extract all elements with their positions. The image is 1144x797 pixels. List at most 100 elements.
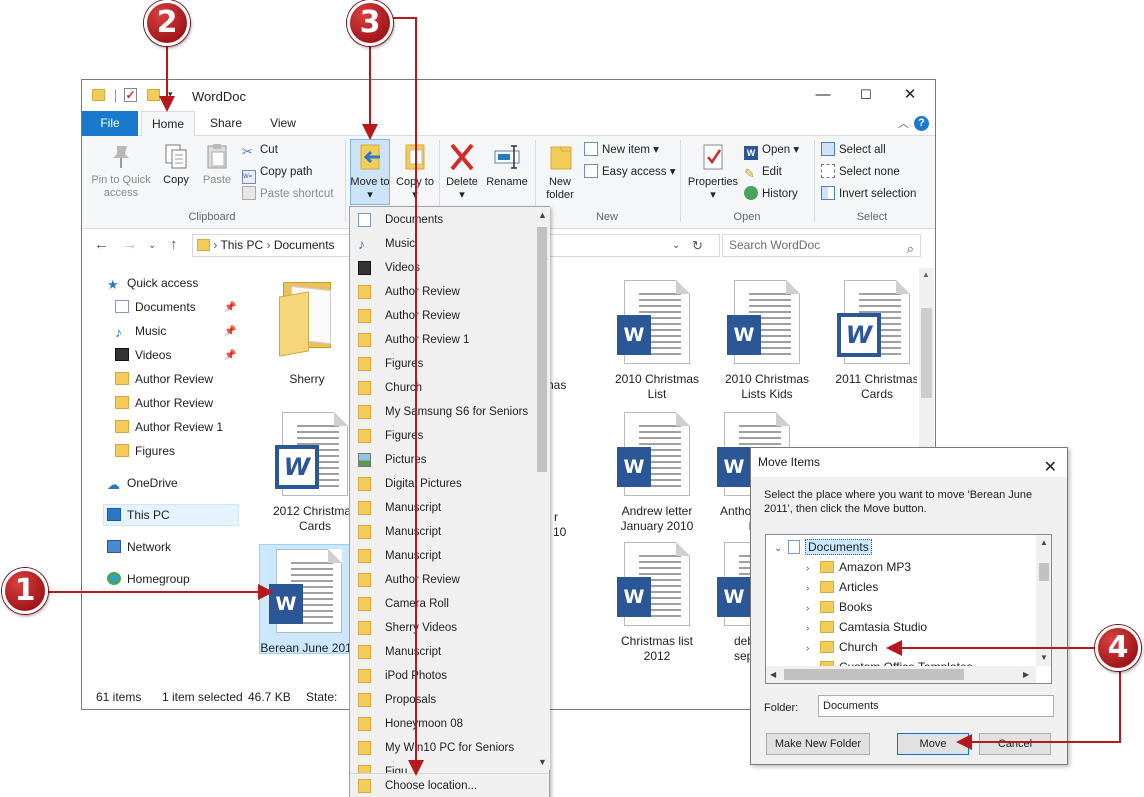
pin-icon[interactable]: 📌 bbox=[224, 350, 236, 361]
tree-item-camtasia-studio[interactable]: › Camtasia Studio bbox=[806, 617, 927, 637]
file-item[interactable]: W Andrew letter January 2010 bbox=[607, 412, 707, 534]
collapsed-chevron-icon[interactable]: › bbox=[806, 599, 820, 619]
scrollbar-thumb[interactable] bbox=[784, 669, 964, 680]
nav-homegroup[interactable]: Homegroup bbox=[107, 568, 190, 590]
move-to-menu-item[interactable]: iPod Photos bbox=[350, 664, 534, 688]
move-to-menu-item[interactable]: Pictures bbox=[350, 448, 534, 472]
tree-horizontal-scrollbar[interactable]: ◀ ▶ bbox=[766, 666, 1036, 683]
refresh-icon[interactable]: ↻ bbox=[692, 238, 703, 254]
move-to-menu-item[interactable]: Proposals bbox=[350, 688, 534, 712]
edit-button[interactable]: ✎ Edit bbox=[744, 163, 782, 181]
file-item[interactable]: Sherry bbox=[257, 276, 357, 387]
nav-onedrive[interactable]: ☁ OneDrive bbox=[107, 472, 178, 494]
move-to-menu-item[interactable]: Digital Pictures bbox=[350, 472, 534, 496]
file-item-selected[interactable]: W Berean June 2011 bbox=[259, 544, 359, 655]
make-new-folder-button[interactable]: Make New Folder bbox=[766, 733, 870, 755]
copy-path-button[interactable]: W= Copy path bbox=[242, 163, 312, 184]
scroll-up-icon[interactable]: ▲ bbox=[1040, 538, 1048, 547]
move-to-menu-item[interactable]: Videos bbox=[350, 256, 534, 280]
delete-button[interactable]: Delete ▾ bbox=[442, 142, 482, 202]
move-to-menu-item[interactable]: My Win10 PC for Seniors bbox=[350, 736, 534, 760]
move-to-menu-item[interactable]: Honeymoon 08 bbox=[350, 712, 534, 736]
close-icon[interactable]: ✕ bbox=[1044, 453, 1057, 482]
tree-item-documents[interactable]: ⌄ Documents bbox=[774, 537, 872, 557]
minimize-button[interactable]: — bbox=[812, 84, 834, 106]
move-to-menu-item[interactable]: Manuscript bbox=[350, 544, 534, 568]
tree-item-amazon-mp3[interactable]: › Amazon MP3 bbox=[806, 557, 911, 577]
move-to-menu-item[interactable]: Figures bbox=[350, 352, 534, 376]
file-item[interactable]: W Christmas list 2012 bbox=[607, 542, 707, 664]
tab-view[interactable]: View bbox=[257, 111, 309, 136]
collapsed-chevron-icon[interactable]: › bbox=[806, 579, 820, 599]
close-button[interactable]: ✕ bbox=[899, 84, 921, 106]
nav-this-pc[interactable]: This PC bbox=[107, 504, 170, 526]
tab-share[interactable]: Share bbox=[200, 111, 252, 136]
new-folder-button[interactable]: New folder bbox=[540, 142, 580, 202]
nav-author-review[interactable]: Author Review bbox=[115, 368, 213, 390]
copy-to-button[interactable]: Copy to ▾ bbox=[395, 142, 435, 202]
properties-button[interactable]: Properties ▾ bbox=[684, 142, 742, 202]
move-to-menu-item[interactable]: Church bbox=[350, 376, 534, 400]
scrollbar-thumb[interactable] bbox=[537, 227, 547, 472]
file-item[interactable]: W 2011 Christmas Cards bbox=[827, 280, 917, 402]
nav-network[interactable]: Network bbox=[107, 536, 171, 558]
move-to-menu-item[interactable]: ♪ Music bbox=[350, 232, 534, 256]
scroll-down-icon[interactable]: ▼ bbox=[538, 757, 547, 767]
tab-home[interactable]: Home bbox=[141, 111, 195, 137]
nav-music[interactable]: ♪ Music bbox=[115, 320, 166, 342]
history-button[interactable]: History bbox=[744, 185, 798, 203]
scroll-down-icon[interactable]: ▼ bbox=[1040, 653, 1048, 662]
tree-item-articles[interactable]: › Articles bbox=[806, 577, 878, 597]
scrollbar-thumb[interactable] bbox=[1039, 563, 1049, 581]
move-to-menu-item[interactable]: Author Review bbox=[350, 304, 534, 328]
nav-quick-access[interactable]: ★ Quick access bbox=[107, 272, 198, 294]
paste-shortcut-button[interactable]: Paste shortcut bbox=[242, 185, 334, 203]
collapsed-chevron-icon[interactable]: › bbox=[806, 559, 820, 579]
breadcrumb-documents[interactable]: Documents bbox=[274, 238, 335, 252]
tree-item-church[interactable]: › Church bbox=[806, 637, 878, 657]
scrollbar-thumb[interactable] bbox=[921, 308, 932, 398]
pin-icon[interactable]: 📌 bbox=[224, 302, 236, 313]
file-item[interactable]: W 2010 Christmas Lists Kids bbox=[717, 280, 817, 402]
tree-item-books[interactable]: › Books bbox=[806, 597, 872, 617]
customize-quick-access-icon[interactable]: ▾ bbox=[168, 89, 173, 105]
nav-videos[interactable]: Videos bbox=[115, 344, 171, 366]
nav-author-review-1[interactable]: Author Review 1 bbox=[115, 416, 223, 438]
pin-to-quick-access-button[interactable]: Pin to Quick access bbox=[88, 142, 154, 200]
scroll-right-icon[interactable]: ▶ bbox=[1023, 670, 1029, 679]
move-to-menu-item[interactable]: Manuscript bbox=[350, 520, 534, 544]
invert-selection-button[interactable]: Invert selection bbox=[821, 185, 916, 203]
recent-locations-chevron-icon[interactable]: ⌄ bbox=[148, 240, 156, 251]
cancel-button[interactable]: Cancel bbox=[979, 733, 1051, 755]
nav-documents[interactable]: Documents bbox=[115, 296, 196, 318]
move-button[interactable]: Move bbox=[897, 733, 969, 755]
back-arrow-icon[interactable]: ← bbox=[94, 236, 109, 253]
search-input[interactable]: Search WordDoc ⌕ bbox=[722, 234, 921, 257]
move-to-menu-item[interactable]: My Samsung S6 for Seniors bbox=[350, 400, 534, 424]
maximize-button[interactable]: ☐ bbox=[855, 84, 877, 106]
address-dropdown-chevron-icon[interactable]: ⌄ bbox=[672, 240, 680, 251]
properties-quick-icon[interactable]: ✓ bbox=[124, 88, 137, 102]
select-none-button[interactable]: Select none bbox=[821, 163, 900, 181]
move-to-menu-item[interactable]: Figures bbox=[350, 424, 534, 448]
nav-figures[interactable]: Figures bbox=[115, 440, 175, 462]
move-to-menu-item[interactable]: Manuscript bbox=[350, 640, 534, 664]
move-to-menu-item[interactable]: Author Review bbox=[350, 280, 534, 304]
collapsed-chevron-icon[interactable]: › bbox=[806, 639, 820, 659]
choose-location-menu-item[interactable]: Choose location... bbox=[350, 773, 549, 797]
collapse-ribbon-icon[interactable]: ︿ bbox=[898, 115, 909, 131]
folder-tree-view[interactable]: ⌄ Documents › Amazon MP3 › Articles › Books … bbox=[765, 534, 1052, 684]
help-icon[interactable]: ? bbox=[914, 116, 929, 131]
expanded-chevron-icon[interactable]: ⌄ bbox=[774, 539, 788, 559]
menu-scrollbar[interactable]: ▲ ▼ bbox=[534, 207, 550, 770]
new-folder-quick-icon[interactable] bbox=[147, 89, 160, 101]
forward-arrow-icon[interactable]: → bbox=[122, 236, 137, 253]
nav-author-review-2[interactable]: Author Review bbox=[115, 392, 213, 414]
rename-button[interactable]: Rename bbox=[484, 142, 530, 189]
file-item[interactable]: W 2010 Christmas List bbox=[607, 280, 707, 402]
move-to-menu-item[interactable]: Camera Roll bbox=[350, 592, 534, 616]
cut-button[interactable]: ✂ Cut bbox=[242, 141, 278, 159]
scroll-up-icon[interactable]: ▲ bbox=[922, 270, 930, 279]
move-to-menu-item[interactable]: Documents bbox=[350, 208, 534, 232]
scroll-up-icon[interactable]: ▲ bbox=[538, 210, 547, 220]
